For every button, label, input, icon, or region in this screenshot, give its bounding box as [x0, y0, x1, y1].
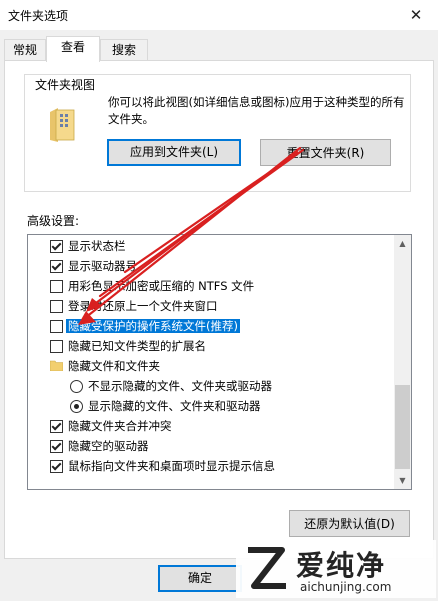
checkbox[interactable]: [50, 280, 63, 293]
checkbox[interactable]: [50, 460, 63, 473]
list-item-label: 显示隐藏的文件、文件夹和驱动器: [88, 399, 261, 413]
list-item-label: 隐藏文件夹合并冲突: [68, 419, 172, 433]
tab-general[interactable]: 常规: [4, 39, 46, 60]
title-bar: 文件夹选项 ✕: [0, 0, 438, 30]
reset-folders-button[interactable]: 重置文件夹(R): [260, 139, 391, 166]
tab-search[interactable]: 搜索: [100, 39, 148, 60]
scroll-down-icon[interactable]: ▼: [394, 472, 411, 489]
folder-views-description: 你可以将此视图(如详细信息或图标)应用于这种类型的所有文件夹。: [108, 95, 405, 126]
list-item-label: 隐藏已知文件类型的扩展名: [68, 339, 206, 353]
list-item-label: 隐藏空的驱动器: [68, 439, 149, 453]
list-item[interactable]: 隐藏文件夹合并冲突: [50, 416, 172, 436]
folder-views-title: 文件夹视图: [32, 76, 99, 93]
list-item-label: 登录时还原上一个文件夹窗口: [68, 299, 218, 313]
radio-button[interactable]: [70, 400, 83, 413]
folder-icon: [50, 360, 63, 371]
list-item-label: 用彩色显示加密或压缩的 NTFS 文件: [68, 279, 255, 293]
list-item[interactable]: 隐藏受保护的操作系统文件(推荐): [50, 316, 240, 336]
list-item[interactable]: 不显示隐藏的文件、文件夹或驱动器: [70, 376, 272, 396]
vertical-scrollbar[interactable]: ▲ ▼: [394, 235, 411, 489]
list-item[interactable]: 隐藏已知文件类型的扩展名: [50, 336, 206, 356]
restore-defaults-button[interactable]: 还原为默认值(D): [289, 510, 410, 537]
checkbox[interactable]: [50, 240, 63, 253]
ok-button[interactable]: 确定: [158, 565, 242, 592]
list-item[interactable]: 显示隐藏的文件、文件夹和驱动器: [70, 396, 261, 416]
checkbox[interactable]: [50, 440, 63, 453]
radio-button[interactable]: [70, 380, 83, 393]
list-item-label: 鼠标指向文件夹和桌面项时显示提示信息: [68, 459, 275, 473]
list-item-label: 不显示隐藏的文件、文件夹或驱动器: [88, 379, 272, 393]
list-item[interactable]: 显示状态栏: [50, 236, 126, 256]
advanced-settings-label: 高级设置:: [27, 214, 80, 228]
scroll-up-icon[interactable]: ▲: [394, 235, 411, 252]
list-item[interactable]: 用彩色显示加密或压缩的 NTFS 文件: [50, 276, 254, 296]
tab-strip: 常规 查看 搜索: [0, 30, 438, 62]
list-item-label: 显示状态栏: [68, 239, 126, 253]
checkbox[interactable]: [50, 260, 63, 273]
checkbox[interactable]: [50, 420, 63, 433]
watermark: 爱纯净 aichunjing.com: [236, 540, 436, 598]
scrollbar-thumb[interactable]: [395, 385, 410, 469]
folder-views-icon: [50, 108, 75, 142]
list-item[interactable]: 鼠标指向文件夹和桌面项时显示提示信息: [50, 456, 275, 476]
tab-view[interactable]: 查看: [46, 36, 100, 62]
checkbox[interactable]: [50, 340, 63, 353]
list-item[interactable]: 登录时还原上一个文件夹窗口: [50, 296, 218, 316]
window-title: 文件夹选项: [8, 9, 69, 23]
checkbox[interactable]: [50, 300, 63, 313]
list-item-label-selected: 隐藏受保护的操作系统文件(推荐): [66, 319, 240, 333]
close-button[interactable]: ✕: [394, 0, 438, 30]
list-item: 隐藏文件和文件夹: [50, 356, 160, 376]
watermark-logo: [248, 547, 286, 589]
list-item-label: 隐藏文件和文件夹: [68, 359, 160, 373]
list-item[interactable]: 隐藏空的驱动器: [50, 436, 149, 456]
advanced-settings-list[interactable]: 显示状态栏 显示驱动器号 用彩色显示加密或压缩的 NTFS 文件 登录时还原上一…: [27, 234, 412, 490]
list-item[interactable]: 显示驱动器号: [50, 256, 137, 276]
apply-to-folders-button[interactable]: 应用到文件夹(L): [107, 139, 241, 166]
checkbox[interactable]: [50, 320, 63, 333]
watermark-brand: 爱纯净: [296, 549, 387, 582]
list-item-label: 显示驱动器号: [68, 259, 137, 273]
watermark-url: aichunjing.com: [300, 580, 392, 594]
